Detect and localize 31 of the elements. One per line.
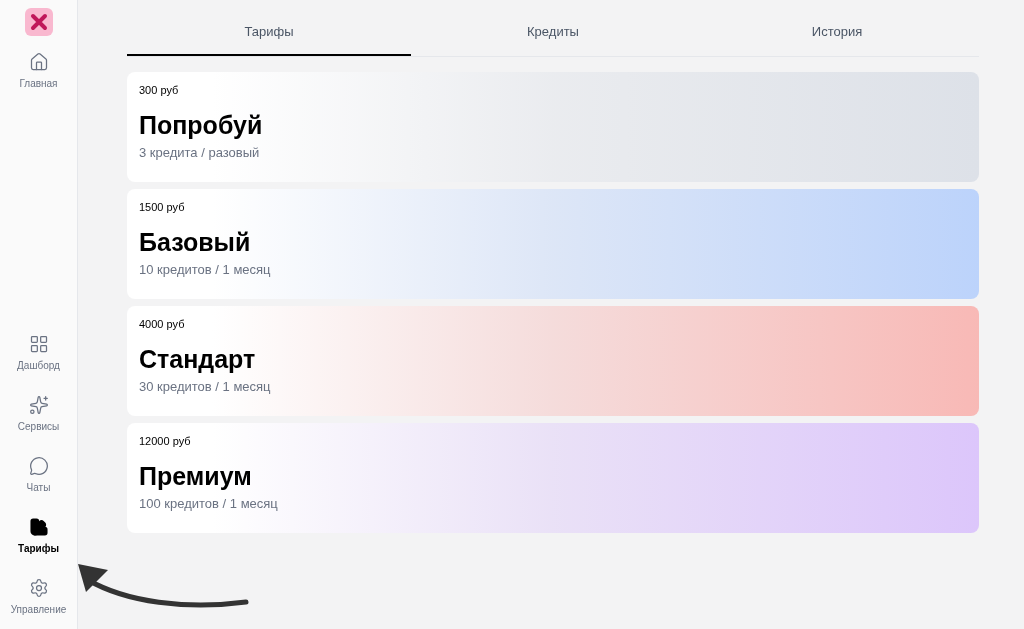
grid-icon xyxy=(28,334,49,354)
plan-name: Базовый xyxy=(139,227,252,258)
plan-price: 4000 руб xyxy=(139,316,186,332)
chat-bubble-icon xyxy=(28,456,49,476)
plan-details: 30 кредитов / 1 месяц xyxy=(139,378,272,397)
plan-price: 12000 руб xyxy=(139,433,192,449)
plan-price: 1500 руб xyxy=(139,199,186,215)
house-icon xyxy=(28,52,49,72)
sidebar-item[interactable]: Сервисы xyxy=(0,391,77,438)
tab[interactable]: Тарифы xyxy=(127,22,411,56)
plan-card[interactable]: 4000 руб Стандарт 30 кредитов / 1 месяц xyxy=(127,305,979,416)
plan-details: 100 кредитов / 1 месяц xyxy=(139,495,279,514)
logo-icon[interactable] xyxy=(24,8,53,36)
sidebar-item[interactable]: Чаты xyxy=(0,452,77,499)
plan-card[interactable]: 300 руб Попробуй 3 кредита / разовый xyxy=(127,71,979,182)
plan-name: Стандарт xyxy=(139,344,257,375)
plan-card[interactable]: 12000 руб Премиум 100 кредитов / 1 месяц xyxy=(127,422,979,533)
plan-card[interactable]: 1500 руб Базовый 10 кредитов / 1 месяц xyxy=(127,188,979,299)
sidebar-item[interactable]: Главная xyxy=(0,48,77,95)
tab[interactable]: История xyxy=(695,22,979,56)
sidebar-item[interactable]: Дашборд xyxy=(0,330,77,377)
tab[interactable]: Кредиты xyxy=(411,22,695,56)
plan-name: Премиум xyxy=(139,461,253,492)
plan-name: Попробуй xyxy=(139,110,264,141)
settings-icon xyxy=(28,578,49,598)
plan-details: 3 кредита / разовый xyxy=(139,144,261,163)
sparkles-icon xyxy=(28,395,49,415)
plan-price: 300 руб xyxy=(139,82,180,98)
sidebar-item[interactable]: Тарифы xyxy=(0,513,77,560)
sidebar-item[interactable]: Управление xyxy=(0,574,77,621)
plan-details: 10 кредитов / 1 месяц xyxy=(139,261,272,280)
